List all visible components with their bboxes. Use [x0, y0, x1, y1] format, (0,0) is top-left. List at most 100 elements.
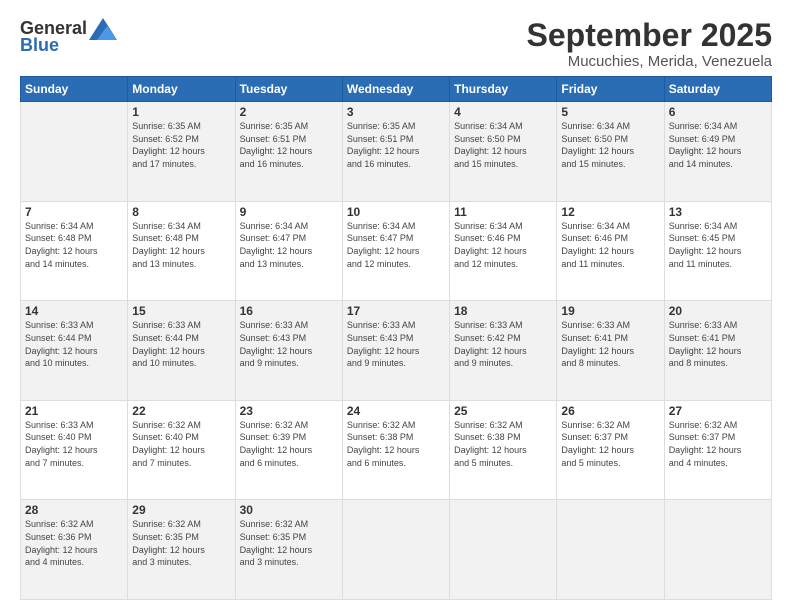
day-number: 25: [454, 404, 552, 418]
day-header-saturday: Saturday: [664, 77, 771, 102]
calendar-cell: 28Sunrise: 6:32 AM Sunset: 6:36 PM Dayli…: [21, 500, 128, 600]
calendar-cell: 1Sunrise: 6:35 AM Sunset: 6:52 PM Daylig…: [128, 102, 235, 202]
location-subtitle: Mucuchies, Merida, Venezuela: [527, 53, 772, 70]
day-header-tuesday: Tuesday: [235, 77, 342, 102]
day-number: 12: [561, 205, 659, 219]
calendar-cell: 14Sunrise: 6:33 AM Sunset: 6:44 PM Dayli…: [21, 301, 128, 401]
day-info: Sunrise: 6:33 AM Sunset: 6:43 PM Dayligh…: [347, 319, 445, 369]
day-info: Sunrise: 6:33 AM Sunset: 6:44 PM Dayligh…: [25, 319, 123, 369]
day-info: Sunrise: 6:34 AM Sunset: 6:49 PM Dayligh…: [669, 120, 767, 170]
day-number: 18: [454, 304, 552, 318]
day-info: Sunrise: 6:34 AM Sunset: 6:48 PM Dayligh…: [132, 220, 230, 270]
calendar-cell: 21Sunrise: 6:33 AM Sunset: 6:40 PM Dayli…: [21, 400, 128, 500]
day-header-monday: Monday: [128, 77, 235, 102]
calendar-cell: 24Sunrise: 6:32 AM Sunset: 6:38 PM Dayli…: [342, 400, 449, 500]
calendar-table: SundayMondayTuesdayWednesdayThursdayFrid…: [20, 76, 772, 600]
week-row-5: 28Sunrise: 6:32 AM Sunset: 6:36 PM Dayli…: [21, 500, 772, 600]
day-info: Sunrise: 6:34 AM Sunset: 6:50 PM Dayligh…: [454, 120, 552, 170]
day-info: Sunrise: 6:33 AM Sunset: 6:44 PM Dayligh…: [132, 319, 230, 369]
day-info: Sunrise: 6:34 AM Sunset: 6:47 PM Dayligh…: [240, 220, 338, 270]
day-info: Sunrise: 6:34 AM Sunset: 6:45 PM Dayligh…: [669, 220, 767, 270]
calendar-cell: 4Sunrise: 6:34 AM Sunset: 6:50 PM Daylig…: [450, 102, 557, 202]
calendar-cell: 7Sunrise: 6:34 AM Sunset: 6:48 PM Daylig…: [21, 201, 128, 301]
day-number: 11: [454, 205, 552, 219]
day-info: Sunrise: 6:33 AM Sunset: 6:40 PM Dayligh…: [25, 419, 123, 469]
day-number: 29: [132, 503, 230, 517]
day-number: 17: [347, 304, 445, 318]
day-number: 30: [240, 503, 338, 517]
day-number: 13: [669, 205, 767, 219]
day-info: Sunrise: 6:34 AM Sunset: 6:50 PM Dayligh…: [561, 120, 659, 170]
calendar-cell: [664, 500, 771, 600]
logo-blue: Blue: [20, 36, 59, 56]
week-row-2: 7Sunrise: 6:34 AM Sunset: 6:48 PM Daylig…: [21, 201, 772, 301]
day-info: Sunrise: 6:34 AM Sunset: 6:48 PM Dayligh…: [25, 220, 123, 270]
calendar-cell: 25Sunrise: 6:32 AM Sunset: 6:38 PM Dayli…: [450, 400, 557, 500]
day-number: 7: [25, 205, 123, 219]
day-header-friday: Friday: [557, 77, 664, 102]
calendar-cell: 5Sunrise: 6:34 AM Sunset: 6:50 PM Daylig…: [557, 102, 664, 202]
calendar-cell: [557, 500, 664, 600]
logo: General Blue: [20, 18, 117, 56]
week-row-4: 21Sunrise: 6:33 AM Sunset: 6:40 PM Dayli…: [21, 400, 772, 500]
day-info: Sunrise: 6:35 AM Sunset: 6:52 PM Dayligh…: [132, 120, 230, 170]
day-number: 16: [240, 304, 338, 318]
day-info: Sunrise: 6:32 AM Sunset: 6:39 PM Dayligh…: [240, 419, 338, 469]
calendar-cell: 6Sunrise: 6:34 AM Sunset: 6:49 PM Daylig…: [664, 102, 771, 202]
week-row-3: 14Sunrise: 6:33 AM Sunset: 6:44 PM Dayli…: [21, 301, 772, 401]
day-number: 3: [347, 105, 445, 119]
calendar-cell: 26Sunrise: 6:32 AM Sunset: 6:37 PM Dayli…: [557, 400, 664, 500]
day-number: 19: [561, 304, 659, 318]
day-info: Sunrise: 6:33 AM Sunset: 6:42 PM Dayligh…: [454, 319, 552, 369]
day-number: 14: [25, 304, 123, 318]
logo-icon: [89, 18, 117, 40]
title-block: September 2025 Mucuchies, Merida, Venezu…: [527, 18, 772, 70]
day-header-wednesday: Wednesday: [342, 77, 449, 102]
day-info: Sunrise: 6:34 AM Sunset: 6:46 PM Dayligh…: [454, 220, 552, 270]
day-info: Sunrise: 6:32 AM Sunset: 6:35 PM Dayligh…: [132, 518, 230, 568]
week-row-1: 1Sunrise: 6:35 AM Sunset: 6:52 PM Daylig…: [21, 102, 772, 202]
day-number: 10: [347, 205, 445, 219]
header: General Blue September 2025 Mucuchies, M…: [20, 18, 772, 70]
calendar-cell: [21, 102, 128, 202]
day-info: Sunrise: 6:33 AM Sunset: 6:43 PM Dayligh…: [240, 319, 338, 369]
month-title: September 2025: [527, 18, 772, 53]
day-number: 6: [669, 105, 767, 119]
day-info: Sunrise: 6:32 AM Sunset: 6:36 PM Dayligh…: [25, 518, 123, 568]
day-info: Sunrise: 6:32 AM Sunset: 6:40 PM Dayligh…: [132, 419, 230, 469]
day-number: 8: [132, 205, 230, 219]
calendar-header-row: SundayMondayTuesdayWednesdayThursdayFrid…: [21, 77, 772, 102]
day-info: Sunrise: 6:34 AM Sunset: 6:47 PM Dayligh…: [347, 220, 445, 270]
day-header-sunday: Sunday: [21, 77, 128, 102]
day-info: Sunrise: 6:35 AM Sunset: 6:51 PM Dayligh…: [240, 120, 338, 170]
calendar-cell: 16Sunrise: 6:33 AM Sunset: 6:43 PM Dayli…: [235, 301, 342, 401]
calendar-cell: 15Sunrise: 6:33 AM Sunset: 6:44 PM Dayli…: [128, 301, 235, 401]
day-info: Sunrise: 6:34 AM Sunset: 6:46 PM Dayligh…: [561, 220, 659, 270]
day-number: 5: [561, 105, 659, 119]
day-number: 15: [132, 304, 230, 318]
day-info: Sunrise: 6:33 AM Sunset: 6:41 PM Dayligh…: [561, 319, 659, 369]
calendar-cell: 3Sunrise: 6:35 AM Sunset: 6:51 PM Daylig…: [342, 102, 449, 202]
day-number: 24: [347, 404, 445, 418]
day-number: 20: [669, 304, 767, 318]
calendar-cell: 30Sunrise: 6:32 AM Sunset: 6:35 PM Dayli…: [235, 500, 342, 600]
calendar-cell: 13Sunrise: 6:34 AM Sunset: 6:45 PM Dayli…: [664, 201, 771, 301]
day-info: Sunrise: 6:33 AM Sunset: 6:41 PM Dayligh…: [669, 319, 767, 369]
calendar-cell: 12Sunrise: 6:34 AM Sunset: 6:46 PM Dayli…: [557, 201, 664, 301]
day-number: 26: [561, 404, 659, 418]
day-info: Sunrise: 6:32 AM Sunset: 6:35 PM Dayligh…: [240, 518, 338, 568]
calendar-cell: 8Sunrise: 6:34 AM Sunset: 6:48 PM Daylig…: [128, 201, 235, 301]
calendar-cell: 18Sunrise: 6:33 AM Sunset: 6:42 PM Dayli…: [450, 301, 557, 401]
calendar-cell: 22Sunrise: 6:32 AM Sunset: 6:40 PM Dayli…: [128, 400, 235, 500]
calendar-cell: [450, 500, 557, 600]
day-info: Sunrise: 6:32 AM Sunset: 6:37 PM Dayligh…: [561, 419, 659, 469]
day-number: 23: [240, 404, 338, 418]
calendar-cell: 27Sunrise: 6:32 AM Sunset: 6:37 PM Dayli…: [664, 400, 771, 500]
calendar-cell: 2Sunrise: 6:35 AM Sunset: 6:51 PM Daylig…: [235, 102, 342, 202]
day-info: Sunrise: 6:35 AM Sunset: 6:51 PM Dayligh…: [347, 120, 445, 170]
day-number: 28: [25, 503, 123, 517]
day-number: 1: [132, 105, 230, 119]
calendar-cell: 10Sunrise: 6:34 AM Sunset: 6:47 PM Dayli…: [342, 201, 449, 301]
calendar-cell: 19Sunrise: 6:33 AM Sunset: 6:41 PM Dayli…: [557, 301, 664, 401]
page: General Blue September 2025 Mucuchies, M…: [0, 0, 792, 612]
